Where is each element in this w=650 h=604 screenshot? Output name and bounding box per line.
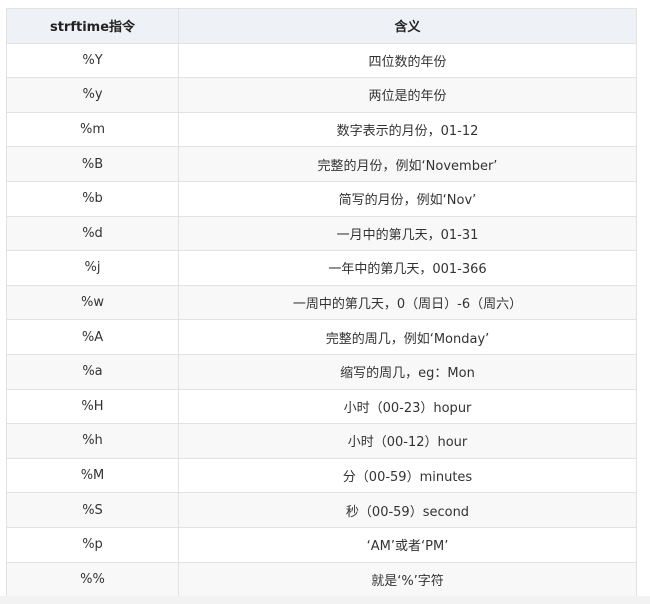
table-row: %a 缩写的周几，eg：Mon bbox=[6, 353, 637, 390]
meaning-cell: 一年中的第几天，001-366 bbox=[178, 250, 637, 286]
table-row: %w 一周中的第几天，0（周日）-6（周六） bbox=[6, 284, 637, 321]
meaning-cell: 数字表示的月份，01-12 bbox=[178, 111, 637, 148]
directive-cell: %A bbox=[6, 319, 179, 355]
meaning-cell: 小时（00-12）hour bbox=[178, 423, 637, 459]
table-row: %d 一月中的第几天，01-31 bbox=[6, 215, 637, 252]
meaning-cell: 一月中的第几天，01-31 bbox=[178, 215, 637, 252]
directive-cell: %a bbox=[6, 353, 179, 390]
table-header-row: strftime指令 含义 bbox=[6, 8, 637, 44]
header-directive: strftime指令 bbox=[6, 8, 179, 44]
table-row: %p ‘AM’或者‘PM’ bbox=[6, 526, 637, 563]
directive-cell: %m bbox=[6, 111, 179, 148]
directive-cell: %M bbox=[6, 457, 179, 494]
directive-cell: %h bbox=[6, 423, 179, 459]
directive-cell: %B bbox=[6, 146, 179, 182]
directive-cell: %p bbox=[6, 526, 179, 563]
bottom-edge bbox=[0, 596, 650, 604]
strftime-table-container: strftime指令 含义 %Y 四位数的年份 %y 两位是的年份 %m 数字表… bbox=[6, 8, 637, 598]
table-row: %y 两位是的年份 bbox=[6, 77, 637, 113]
table-row: %b 简写的月份，例如‘Nov’ bbox=[6, 180, 637, 217]
meaning-cell: 两位是的年份 bbox=[178, 77, 637, 113]
table-row: %% 就是‘%’字符 bbox=[6, 561, 637, 598]
directive-cell: %b bbox=[6, 180, 179, 217]
directive-cell: %w bbox=[6, 284, 179, 321]
meaning-cell: 简写的月份，例如‘Nov’ bbox=[178, 180, 637, 217]
table-row: %j 一年中的第几天，001-366 bbox=[6, 250, 637, 286]
table-row: %B 完整的月份，例如‘November’ bbox=[6, 146, 637, 182]
directive-cell: %% bbox=[6, 561, 179, 598]
meaning-cell: ‘AM’或者‘PM’ bbox=[178, 526, 637, 563]
table-row: %M 分（00-59）minutes bbox=[6, 457, 637, 494]
meaning-cell: 缩写的周几，eg：Mon bbox=[178, 353, 637, 390]
directive-cell: %H bbox=[6, 388, 179, 425]
directive-cell: %y bbox=[6, 77, 179, 113]
table-row: %Y 四位数的年份 bbox=[6, 42, 637, 79]
meaning-cell: 四位数的年份 bbox=[178, 42, 637, 79]
table-row: %A 完整的周几，例如‘Monday’ bbox=[6, 319, 637, 355]
table-row: %S 秒（00-59）second bbox=[6, 492, 637, 528]
table-row: %m 数字表示的月份，01-12 bbox=[6, 111, 637, 148]
directive-cell: %S bbox=[6, 492, 179, 528]
directive-cell: %j bbox=[6, 250, 179, 286]
table-row: %H 小时（00-23）hopur bbox=[6, 388, 637, 425]
header-meaning: 含义 bbox=[178, 8, 637, 44]
meaning-cell: 秒（00-59）second bbox=[178, 492, 637, 528]
meaning-cell: 分（00-59）minutes bbox=[178, 457, 637, 494]
directive-cell: %d bbox=[6, 215, 179, 252]
table-row: %h 小时（00-12）hour bbox=[6, 423, 637, 459]
meaning-cell: 一周中的第几天，0（周日）-6（周六） bbox=[178, 284, 637, 321]
meaning-cell: 完整的周几，例如‘Monday’ bbox=[178, 319, 637, 355]
meaning-cell: 就是‘%’字符 bbox=[178, 561, 637, 598]
meaning-cell: 完整的月份，例如‘November’ bbox=[178, 146, 637, 182]
meaning-cell: 小时（00-23）hopur bbox=[178, 388, 637, 425]
strftime-table: strftime指令 含义 %Y 四位数的年份 %y 两位是的年份 %m 数字表… bbox=[6, 8, 637, 598]
directive-cell: %Y bbox=[6, 42, 179, 79]
